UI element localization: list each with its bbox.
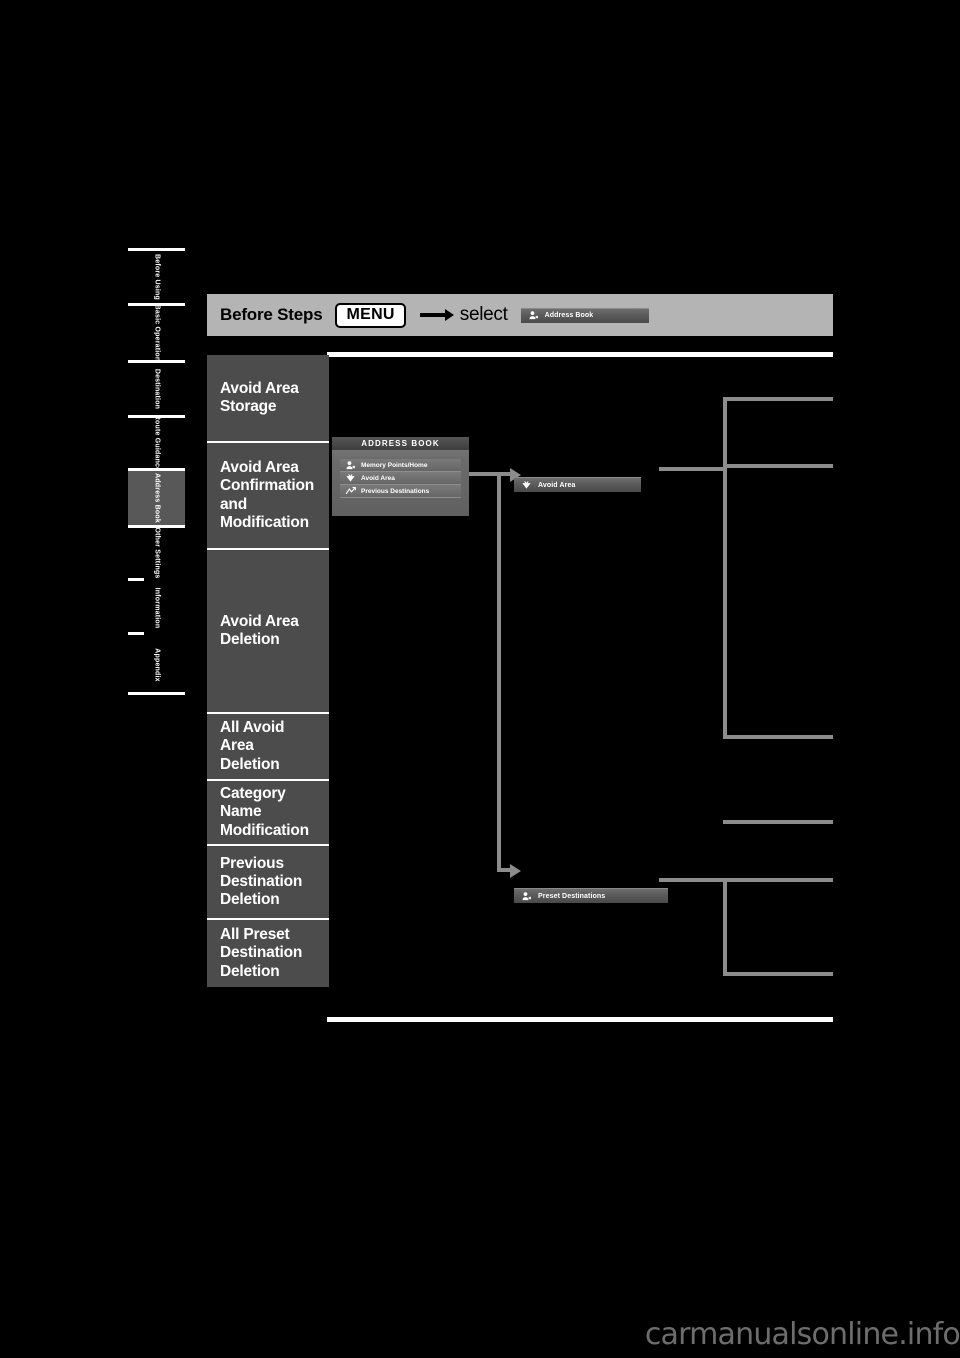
procedure-avoid-area-confirmation[interactable]: Avoid Area Confirmation and Modification xyxy=(207,443,329,550)
select-word: select xyxy=(459,304,508,325)
sidebar-item-other-settings[interactable]: Other Settings xyxy=(128,527,185,579)
tab-tick xyxy=(128,632,144,635)
right-branch-b1 xyxy=(723,878,833,882)
menu-hardkey-button[interactable]: MENU xyxy=(335,302,406,328)
previous-destinations-icon xyxy=(345,486,356,494)
preset-destinations-flow-button-wrap: Preset Destinations xyxy=(514,888,668,907)
right-branch-a4 xyxy=(723,820,833,824)
sidebar-item-address-book[interactable]: Address Book xyxy=(128,471,185,525)
sidebar-item-label: Information xyxy=(153,587,160,629)
sidebar-item-label: Appendix xyxy=(153,648,160,682)
procedure-previous-destination-deletion[interactable]: Previous Destination Deletion xyxy=(207,846,329,920)
address-book-icon xyxy=(529,311,538,320)
procedure-avoid-area-storage[interactable]: Avoid Area Storage xyxy=(207,355,329,443)
sidebar-item-label: Destination xyxy=(153,368,160,410)
procedure-label: Avoid Area Storage xyxy=(220,379,299,415)
tab-divider xyxy=(128,692,185,695)
manual-page: Before Using Basic Operation Destination… xyxy=(0,0,960,1358)
sidebar-item-label: Other Settings xyxy=(153,527,160,579)
screen-item-label: Memory Points/Home xyxy=(361,461,428,469)
sidebar-item-label: Route Guidance xyxy=(153,414,160,472)
address-book-button-label: Address Book xyxy=(544,312,594,319)
content-top-rule xyxy=(327,352,833,357)
flow-arrow-preset-destinations-icon xyxy=(510,864,521,878)
avoid-area-flow-button[interactable]: Avoid Area xyxy=(514,477,641,492)
procedure-label: Avoid Area Deletion xyxy=(220,612,299,648)
content-bottom-rule xyxy=(327,1017,833,1022)
sidebar-item-route-guidance[interactable]: Route Guidance xyxy=(128,414,185,472)
sidebar-item-destination[interactable]: Destination xyxy=(128,363,185,415)
flow-trunk-vertical xyxy=(497,472,501,872)
sidebar-item-appendix[interactable]: Appendix xyxy=(128,638,185,692)
address-book-button[interactable]: Address Book xyxy=(520,307,649,323)
right-spine-a xyxy=(723,397,727,739)
avoid-area-icon xyxy=(346,473,355,482)
right-branch-b2 xyxy=(723,972,833,976)
procedure-label-column: Avoid Area Storage Avoid Area Confirmati… xyxy=(207,355,329,987)
screen-item-memory-points-home[interactable]: Memory Points/Home xyxy=(340,459,461,472)
sidebar-item-label: Address Book xyxy=(153,473,160,523)
screen-item-label: Previous Destinations xyxy=(361,487,430,495)
right-feed-a xyxy=(659,467,727,471)
right-feed-b xyxy=(659,878,727,882)
right-branch-a1 xyxy=(723,397,833,401)
screen-item-label: Avoid Area xyxy=(361,474,395,482)
address-book-screen-title: ADDRESS BOOK xyxy=(332,437,469,450)
avoid-area-flow-button-wrap: Avoid Area xyxy=(514,477,641,496)
procedure-label: Avoid Area Confirmation and Modification xyxy=(220,459,315,531)
sidebar-item-label: Basic Operation xyxy=(153,304,160,362)
procedure-all-preset-destination-deletion[interactable]: All Preset Destination Deletion xyxy=(207,920,329,987)
procedure-label: Category Name Modification xyxy=(220,785,309,839)
screen-item-avoid-area[interactable]: Avoid Area xyxy=(340,472,461,485)
procedure-category-name-modification[interactable]: Category Name Modification xyxy=(207,781,329,846)
preset-destinations-flow-button[interactable]: Preset Destinations xyxy=(514,888,668,903)
procedure-avoid-area-deletion[interactable]: Avoid Area Deletion xyxy=(207,550,329,714)
preset-destinations-flow-button-label: Preset Destinations xyxy=(538,892,606,900)
sidebar-item-basic-operation[interactable]: Basic Operation xyxy=(128,304,185,362)
avoid-area-flow-button-label: Avoid Area xyxy=(538,481,576,489)
memory-point-icon xyxy=(346,460,356,469)
sidebar-item-label: Before Using xyxy=(153,254,160,300)
address-book-screen: ADDRESS BOOK Memory Points/Home Avoid Ar… xyxy=(332,437,469,516)
right-spine-b xyxy=(723,878,727,976)
screen-item-previous-destinations[interactable]: Previous Destinations xyxy=(340,485,461,498)
sidebar-item-information[interactable]: Information xyxy=(128,584,185,632)
procedure-all-avoid-area-deletion[interactable]: All Avoid Area Deletion xyxy=(207,714,329,781)
before-steps-bar: Before Steps MENU select Address Book xyxy=(207,294,833,336)
chapter-tab-rail: Before Using Basic Operation Destination… xyxy=(128,248,185,698)
before-steps-title: Before Steps xyxy=(220,305,323,324)
site-watermark: carmanualsonline.info xyxy=(644,1317,960,1352)
right-branch-a3 xyxy=(723,735,833,739)
preset-destinations-icon xyxy=(522,891,532,900)
tab-tick xyxy=(128,578,144,581)
right-arrow-icon xyxy=(419,309,454,321)
sidebar-item-before-using[interactable]: Before Using xyxy=(128,251,185,303)
avoid-area-icon xyxy=(522,480,531,489)
procedure-label: All Avoid Area Deletion xyxy=(220,719,285,773)
right-branch-a2 xyxy=(723,464,833,468)
procedure-label: Previous Destination Deletion xyxy=(220,854,303,909)
address-book-screen-list: Memory Points/Home Avoid Area Previous D… xyxy=(340,459,461,498)
procedure-label: All Preset Destination Deletion xyxy=(220,926,303,980)
